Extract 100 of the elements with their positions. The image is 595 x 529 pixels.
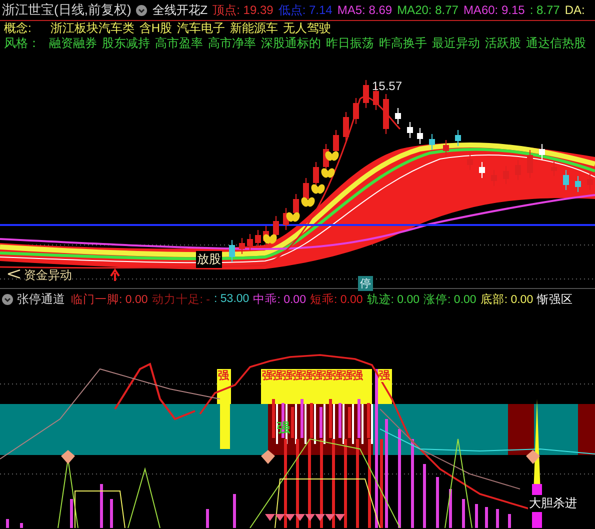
concept-tag: 含H股 <box>139 20 172 37</box>
strong-mark: 强 <box>262 371 273 382</box>
candlestick <box>587 174 593 190</box>
candlestick <box>363 80 369 108</box>
indicator-bar <box>449 489 452 528</box>
strong-mark: 强 <box>312 371 323 382</box>
indicator-bar <box>233 494 236 528</box>
strong-mark: 强 <box>282 371 293 382</box>
dropdown-icon[interactable] <box>136 4 148 16</box>
strong-mark: 强 <box>342 371 353 382</box>
indicator-bar <box>508 514 511 528</box>
zone-block <box>578 404 595 455</box>
butterfly-icon <box>286 212 300 222</box>
formula-name: 全线开花Z <box>152 2 208 18</box>
strong-mark: 强 <box>302 371 313 382</box>
diamond-icon <box>526 450 540 464</box>
style-tag: 昨高换手 <box>379 35 427 52</box>
indicator-bar <box>20 523 23 528</box>
candlestick <box>479 162 485 178</box>
style-tag: 高市盈率 <box>155 35 203 52</box>
concept-label: 概念: <box>4 20 32 37</box>
butterfly-icon <box>263 234 277 244</box>
indicator-bar <box>206 509 209 528</box>
chart-title: 浙江世宝(日线,前复权) <box>2 1 132 19</box>
zone-block <box>508 404 534 455</box>
butterfly-icon <box>301 197 315 207</box>
pattern-note: 放股 <box>196 251 222 268</box>
indicator-reading: 中乖: 0.00 <box>253 292 306 306</box>
indicator-reading: : 53.00 <box>214 293 250 305</box>
strong-mark: 强 <box>272 371 283 382</box>
butterfly-icon <box>325 151 339 161</box>
indicator-bar <box>70 499 73 528</box>
diamond-icon <box>261 450 275 464</box>
candlestick <box>551 162 557 176</box>
indicator-reading: 底部: 0.00 <box>480 292 534 306</box>
candlestick <box>455 130 461 146</box>
strong-mark: 强 <box>292 371 303 382</box>
candlestick <box>527 150 533 178</box>
strong-mark: 强 <box>352 371 363 382</box>
indicator-bar <box>423 464 426 528</box>
style-tag: 通达信热股 <box>526 35 586 52</box>
indicator-reading: 涨停: 0.00 <box>424 292 476 306</box>
style-tag: 股东减持 <box>102 35 150 52</box>
indicator-reading: 低点: 7.14 <box>278 2 332 18</box>
candlestick <box>429 134 435 150</box>
indicator-bar <box>485 507 488 528</box>
indicator-reading: 轨迹: 0.00 <box>366 292 420 306</box>
indicator-bar <box>6 519 9 528</box>
indicator-reading: : 8.77 <box>530 3 560 17</box>
left-arrow-icon <box>7 269 21 279</box>
candlestick <box>343 112 349 142</box>
style-tag: 活跃股 <box>485 35 521 52</box>
candlestick <box>395 108 401 124</box>
limit-badge: 停 <box>358 276 373 291</box>
diamond-icon <box>61 450 75 464</box>
strong-mark: 强 <box>379 371 390 382</box>
candlestick <box>443 140 449 156</box>
indicator-reading: 临门一脚: 0.00 <box>71 292 148 306</box>
indicator-reading: MA60: 9.15 <box>463 3 525 17</box>
style-tag: 昨日振荡 <box>326 35 374 52</box>
strong-mark: 强 <box>322 371 333 382</box>
candlestick <box>239 238 245 254</box>
indicator-reading: DA: <box>564 3 585 17</box>
indicator-bar <box>220 404 230 449</box>
candlestick <box>539 144 545 160</box>
indicator-bar <box>436 477 439 528</box>
strong-mark: 强 <box>218 371 229 382</box>
candlestick <box>407 122 413 138</box>
indicator-bar <box>462 499 465 528</box>
indicator-bar <box>475 504 478 528</box>
candlestick <box>255 230 261 248</box>
candlestick <box>467 154 473 170</box>
concept-tag: 新能源车 <box>230 20 278 37</box>
indicator-reading: MA20: 8.77 <box>397 3 458 17</box>
indicator-bar <box>100 484 103 528</box>
candlestick <box>563 170 569 190</box>
signal-note: 资金异动 <box>24 267 72 284</box>
style-tag: 深股通标的 <box>261 35 321 52</box>
signal-note: 大胆杀进 <box>528 495 578 512</box>
indicator-name: 张停通道 <box>17 290 65 308</box>
price-label: 15.57 <box>372 79 402 93</box>
indicator-reading: 顶点: 19.39 <box>212 2 274 18</box>
concept-tag: 无人驾驶 <box>283 20 332 37</box>
butterfly-icon <box>321 168 335 178</box>
candlestick <box>247 234 253 252</box>
up-arrow-icon <box>110 268 120 282</box>
candlestick <box>229 240 235 262</box>
indicator-reading: 动力十足: - <box>152 292 210 306</box>
style-tag: 最近异动 <box>432 35 480 52</box>
concept-tag: 汽车电子 <box>177 20 226 37</box>
butterfly-icon <box>311 184 325 194</box>
concept-tag: 浙江板块汽车类 <box>50 20 134 37</box>
style-tag: 高市净率 <box>208 35 256 52</box>
strong-mark: 强 <box>332 371 343 382</box>
indicator-bar <box>110 499 113 528</box>
candlestick <box>353 98 359 124</box>
style-tag: 融资融券 <box>49 35 97 52</box>
dropdown-icon[interactable] <box>2 294 13 304</box>
indicator-bar <box>496 509 499 528</box>
indicator-reading: 惭强区 <box>537 292 574 306</box>
